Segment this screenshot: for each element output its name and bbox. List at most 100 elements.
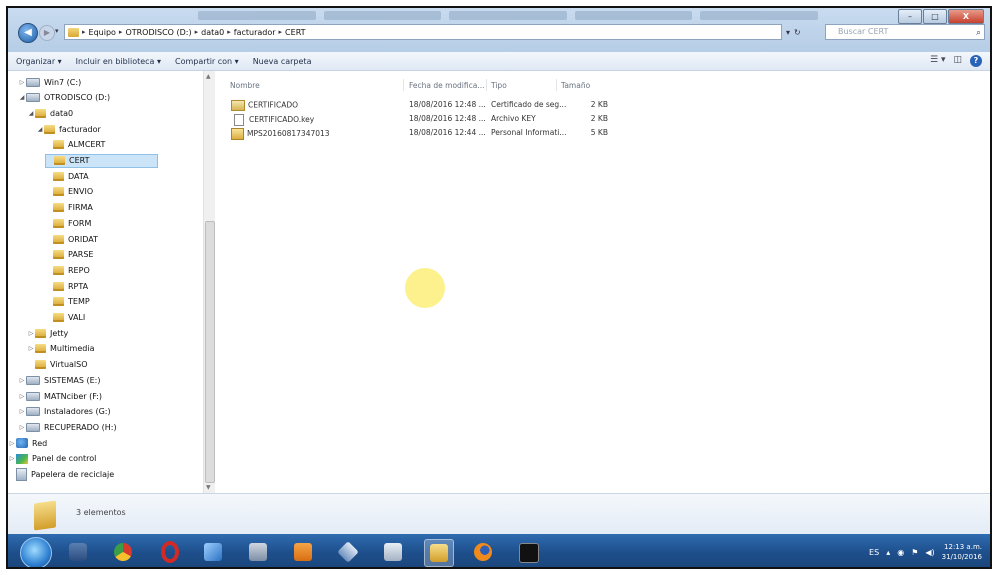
nav-item[interactable]: ◢ OTRODISCO (D:) — [18, 91, 110, 105]
column-header-size[interactable]: Tamaño — [561, 81, 590, 90]
forward-button[interactable]: ▶ — [39, 25, 55, 41]
nav-item[interactable]: ▷ Multimedia — [27, 342, 94, 356]
nav-item[interactable]: ▷ MATNciber (F:) — [18, 389, 102, 403]
nav-scrollbar[interactable]: ▲ ▼ — [203, 71, 215, 493]
scrollbar-thumb[interactable] — [205, 221, 215, 483]
chrome-icon[interactable] — [109, 539, 137, 565]
breadcrumb-facturador[interactable]: facturador — [234, 28, 276, 37]
drive-icon — [26, 422, 40, 432]
change-view-icon[interactable]: ☰ ▾ — [930, 55, 945, 67]
nav-item[interactable]: ORIDAT — [45, 232, 98, 246]
expand-arrow-icon[interactable]: ◢ — [27, 110, 35, 117]
media-player-icon[interactable] — [199, 539, 227, 565]
expand-arrow-icon[interactable]: ▷ — [18, 79, 26, 86]
scroll-up-icon[interactable]: ▲ — [206, 73, 211, 80]
expand-arrow-icon[interactable]: ▷ — [18, 393, 26, 400]
expand-arrow-icon[interactable]: ▷ — [18, 424, 26, 431]
share-with-menu[interactable]: Compartir con ▾ — [175, 57, 239, 66]
nav-item[interactable]: Papelera de reciclaje — [8, 468, 114, 482]
nav-item[interactable]: ◢ data0 — [27, 106, 73, 120]
help-icon[interactable]: ? — [970, 55, 982, 67]
accounting-icon[interactable] — [379, 539, 407, 565]
office-icon[interactable] — [289, 539, 317, 565]
search-input[interactable]: Buscar CERT ⌕ — [825, 24, 985, 40]
nav-item[interactable]: FORM — [45, 216, 91, 230]
folder-icon — [35, 108, 46, 118]
nav-item[interactable]: REPO — [45, 263, 90, 277]
expand-arrow-icon[interactable]: ▷ — [8, 440, 16, 447]
breadcrumb-separator[interactable]: ▸ — [119, 28, 123, 36]
nav-item[interactable]: ▷ RECUPERADO (H:) — [18, 420, 117, 434]
expand-arrow-icon[interactable]: ▷ — [18, 377, 26, 384]
nav-item[interactable]: ◢ facturador — [36, 122, 101, 136]
nav-item[interactable]: RPTA — [45, 279, 88, 293]
expand-arrow-icon[interactable]: ◢ — [18, 94, 26, 101]
start-button[interactable] — [20, 537, 52, 567]
virtualbox-icon[interactable] — [334, 539, 362, 565]
nav-item-label: DATA — [68, 171, 89, 181]
search-icon[interactable]: ⌕ — [976, 26, 981, 40]
expand-arrow-icon[interactable]: ▷ — [27, 330, 35, 337]
close-button[interactable]: X — [948, 9, 984, 24]
volume-icon[interactable]: ◀) — [925, 548, 934, 557]
nav-item[interactable]: CERT — [45, 153, 158, 168]
nav-item-label: VALI — [68, 313, 86, 322]
back-button[interactable]: ◀ — [18, 23, 38, 43]
nav-item[interactable]: ▷ Jetty — [27, 326, 68, 340]
new-folder-button[interactable]: Nueva carpeta — [253, 57, 312, 66]
media-center-icon[interactable] — [64, 539, 92, 565]
nav-item[interactable]: ENVIO — [45, 185, 93, 199]
preview-pane-icon[interactable]: ◫ — [953, 55, 962, 67]
scroll-down-icon[interactable]: ▼ — [206, 484, 211, 491]
nav-item[interactable]: ▷ SISTEMAS (E:) — [18, 373, 100, 387]
expand-arrow-icon[interactable]: ◢ — [36, 126, 44, 133]
explorer-taskbar-icon[interactable] — [424, 539, 454, 567]
column-header-type[interactable]: Tipo — [491, 81, 507, 90]
recent-pages-dropdown[interactable]: ▾ — [55, 27, 59, 35]
organize-menu[interactable]: Organizar ▾ — [16, 57, 62, 66]
column-divider[interactable] — [486, 79, 487, 91]
column-divider[interactable] — [556, 79, 557, 91]
breadcrumb-cert[interactable]: CERT — [285, 28, 306, 37]
nav-item[interactable]: TEMP — [45, 295, 90, 309]
address-bar[interactable]: ▸ Equipo ▸ OTRODISCO (D:) ▸ data0 ▸ fact… — [64, 24, 782, 40]
include-in-library-menu[interactable]: Incluir en biblioteca ▾ — [76, 57, 161, 66]
firefox-icon[interactable] — [469, 539, 497, 565]
minimize-button[interactable]: – — [898, 9, 922, 24]
folder-icon — [53, 171, 64, 181]
expand-arrow-icon[interactable]: ▷ — [18, 408, 26, 415]
nav-item[interactable]: ▷ Instaladores (G:) — [18, 405, 111, 419]
column-header-name[interactable]: Nombre — [230, 81, 260, 90]
nav-item[interactable]: PARSE — [45, 248, 93, 262]
expand-arrow-icon[interactable]: ▷ — [27, 345, 35, 352]
flag-icon[interactable]: ⚑ — [911, 548, 918, 557]
breadcrumb-separator[interactable]: ▸ — [195, 28, 199, 36]
database-icon[interactable] — [244, 539, 272, 565]
nav-item[interactable]: ▷ Red — [8, 436, 47, 450]
network-icon[interactable]: ◉ — [897, 548, 904, 557]
column-header-date[interactable]: Fecha de modifica... — [409, 81, 484, 90]
address-dropdown-icon[interactable]: ▾ — [786, 28, 790, 37]
refresh-icon[interactable]: ↻ — [794, 28, 801, 37]
nav-item[interactable]: ALMCERT — [45, 138, 105, 152]
nav-item[interactable]: ▷ Panel de control — [8, 452, 96, 466]
nav-item[interactable]: VALI — [45, 311, 85, 325]
tray-arrow-icon[interactable]: ▴ — [886, 548, 890, 557]
nav-item[interactable]: FIRMA — [45, 201, 93, 215]
breadcrumb-equipo[interactable]: Equipo — [89, 28, 116, 37]
breadcrumb-otrodisco[interactable]: OTRODISCO (D:) — [125, 28, 191, 37]
maximize-button[interactable]: □ — [923, 9, 947, 24]
nav-item[interactable]: VirtualSO — [27, 358, 88, 372]
breadcrumb-data0[interactable]: data0 — [201, 28, 224, 37]
opera-icon[interactable] — [154, 539, 182, 565]
cmd-icon[interactable] — [514, 539, 542, 565]
language-indicator[interactable]: ES — [869, 548, 879, 557]
breadcrumb-separator[interactable]: ▸ — [227, 28, 231, 36]
breadcrumb-separator[interactable]: ▸ — [82, 28, 86, 36]
column-divider[interactable] — [403, 79, 404, 91]
nav-item[interactable]: ▷ Win7 (C:) — [18, 75, 81, 89]
nav-item[interactable]: DATA — [45, 169, 89, 183]
expand-arrow-icon[interactable]: ▷ — [8, 455, 16, 462]
breadcrumb-separator[interactable]: ▸ — [279, 28, 283, 36]
clock[interactable]: 12:13 a.m. 31/10/2016 — [942, 542, 982, 562]
